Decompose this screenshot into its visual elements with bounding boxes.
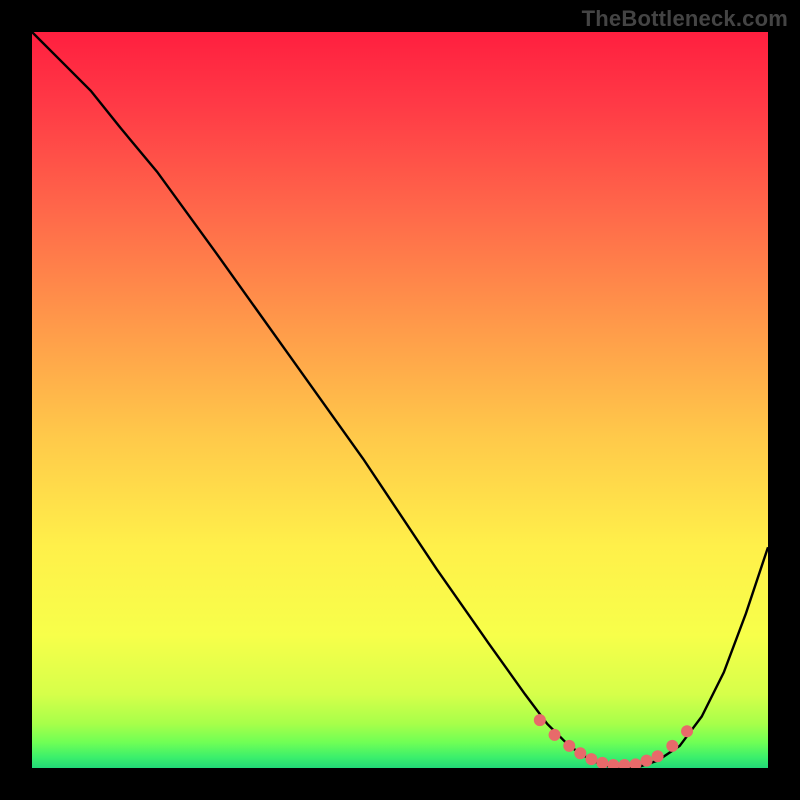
highlight-dot	[666, 740, 678, 752]
gradient-background	[32, 32, 768, 768]
plot-area	[32, 32, 768, 768]
highlight-dot	[549, 729, 561, 741]
chart-container: TheBottleneck.com	[0, 0, 800, 800]
highlight-dot	[574, 747, 586, 759]
highlight-dot	[652, 750, 664, 762]
highlight-dot	[681, 725, 693, 737]
watermark-label: TheBottleneck.com	[582, 6, 788, 32]
highlight-dot	[563, 740, 575, 752]
highlight-dot	[585, 753, 597, 765]
highlight-dot	[641, 755, 653, 767]
highlight-dot	[534, 714, 546, 726]
chart-svg	[32, 32, 768, 768]
